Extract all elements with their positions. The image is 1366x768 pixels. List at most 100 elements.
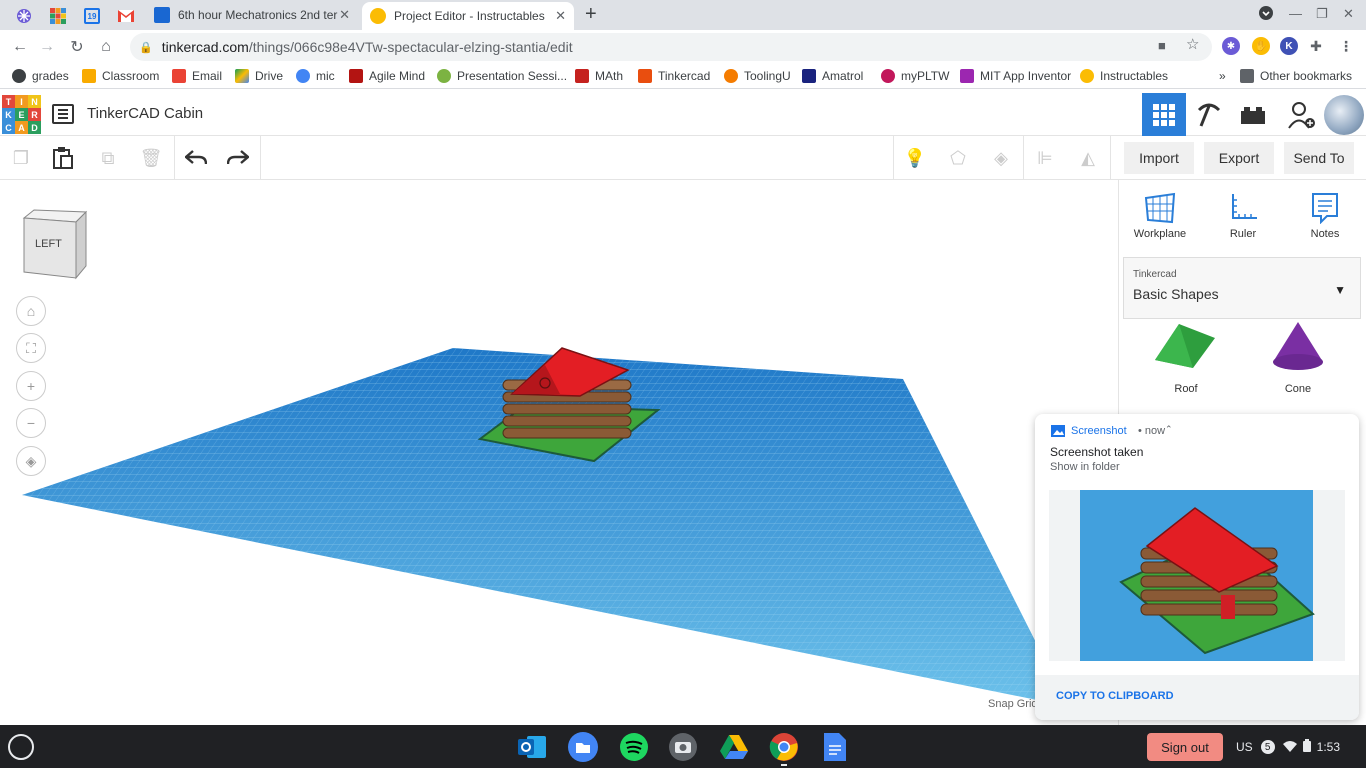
bookmark-mypltw[interactable]: myPLTW (881, 67, 949, 85)
align-icon[interactable]: ⊫ (1024, 136, 1066, 180)
bookmark-amatrol[interactable]: Amatrol (802, 67, 863, 85)
copy-to-clipboard-button[interactable]: COPY TO CLIPBOARD (1056, 690, 1174, 702)
copy-icon[interactable]: ❐ (0, 136, 42, 180)
bookmark-math[interactable]: MAth (575, 67, 623, 85)
redo-icon[interactable] (217, 136, 259, 180)
bookmark-classroom[interactable]: Classroom (82, 67, 159, 85)
bookmarks-overflow-icon[interactable]: » (1219, 67, 1226, 85)
close-tab-icon[interactable]: ✕ (339, 7, 350, 23)
chevron-up-icon[interactable]: ⌃ (1165, 424, 1173, 435)
export-button[interactable]: Export (1204, 142, 1274, 174)
extension-snowflake-icon[interactable]: ✱ (1222, 37, 1240, 55)
3d-workspace[interactable]: LEFT ⌂ ⛶ + − ◈ Snap Grid (0, 180, 1118, 725)
bookmark-presentation[interactable]: Presentation Sessi... (437, 67, 567, 85)
browser-menu-icon[interactable]: ⋮ (1337, 37, 1355, 55)
drive-icon[interactable] (719, 732, 749, 762)
extensions-puzzle-icon[interactable]: ✚ (1307, 37, 1325, 55)
lightbulb-icon[interactable]: 💡 (894, 136, 936, 180)
3d-view-button[interactable] (1142, 93, 1186, 136)
notes-tool[interactable]: Notes (1290, 192, 1360, 240)
bookmark-mic[interactable]: mic (296, 67, 335, 85)
show-in-folder-link[interactable]: Show in folder (1050, 461, 1120, 473)
home-icon[interactable]: ⌂ (94, 35, 118, 59)
design-title[interactable]: TinkerCAD Cabin (87, 105, 203, 122)
other-bookmarks[interactable]: Other bookmarks (1240, 67, 1352, 85)
bookmark-toolingu[interactable]: ToolingU (724, 67, 791, 85)
camera-icon[interactable] (668, 732, 698, 762)
tinkercad-logo[interactable]: T I N K E R C A D (2, 95, 41, 134)
lego-view-button[interactable] (1231, 93, 1275, 136)
shape-library-select[interactable]: Tinkercad Basic Shapes ▼ (1123, 257, 1361, 319)
zoom-in-icon[interactable]: + (16, 371, 46, 401)
view-cube[interactable]: LEFT (20, 208, 88, 280)
duplicate-icon[interactable]: ⧉ (87, 136, 129, 180)
sign-out-button[interactable]: Sign out (1147, 733, 1223, 761)
minecraft-view-button[interactable] (1187, 93, 1231, 136)
tab-mechatronics[interactable]: 6th hour Mechatronics 2nd term ✕ (146, 0, 358, 30)
drive-icon (235, 69, 249, 83)
chrome-icon[interactable] (769, 732, 799, 762)
close-tab-icon[interactable]: ✕ (555, 8, 566, 24)
new-tab-button[interactable]: + (585, 3, 597, 26)
notification-count-badge: 5 (1260, 740, 1275, 754)
tool-label: Workplane (1133, 228, 1187, 240)
bookmark-grades[interactable]: grades (12, 67, 69, 85)
restore-icon[interactable]: ❐ (1316, 6, 1328, 22)
workplane-canvas[interactable] (0, 180, 1118, 725)
paste-icon[interactable] (42, 136, 84, 180)
files-icon[interactable] (568, 732, 598, 762)
status-tray[interactable]: US 5 1:53 (1236, 733, 1360, 761)
bookmark-tinkercad[interactable]: Tinkercad (638, 67, 710, 85)
bookmark-instructables[interactable]: Instructables (1080, 67, 1168, 85)
roof-shape-label: Roof (1174, 383, 1198, 395)
workplane-tool[interactable]: Workplane (1125, 192, 1195, 240)
close-window-icon[interactable]: ✕ (1343, 6, 1354, 22)
ruler-tool[interactable]: Ruler (1208, 192, 1278, 240)
address-bar[interactable]: 🔒 tinkercad.com/things/066c98e4VTw-spect… (130, 33, 1212, 61)
bookmark-drive[interactable]: Drive (235, 67, 283, 85)
tab-project-editor[interactable]: Project Editor - Instructables ✕ (362, 2, 574, 30)
bookmark-star-icon[interactable]: ☆ (1186, 35, 1199, 53)
outlook-icon[interactable] (517, 732, 547, 762)
screenshot-thumbnail[interactable] (1049, 490, 1345, 661)
reload-icon[interactable]: ↻ (65, 35, 89, 59)
cone-shape[interactable] (1271, 322, 1325, 372)
snap-grid-label[interactable]: Snap Grid (988, 698, 1038, 710)
pinned-tab-tinkercad[interactable] (42, 4, 74, 28)
pinned-tab-extension[interactable] (8, 4, 40, 28)
profile-avatar[interactable]: K (1280, 37, 1298, 55)
invite-user-button[interactable] (1280, 93, 1324, 136)
group-icon[interactable]: ⬠ (937, 136, 979, 180)
bookmark-mit-app-inventor[interactable]: MIT App Inventor (960, 67, 1071, 85)
minimize-icon[interactable]: — (1289, 6, 1302, 21)
ortho-view-icon[interactable]: ◈ (16, 446, 46, 476)
fit-view-icon[interactable]: ⛶ (16, 333, 46, 363)
screenshot-notification[interactable]: Screenshot • now ⌃ Screenshot taken Show… (1035, 414, 1359, 720)
home-view-icon[interactable]: ⌂ (16, 296, 46, 326)
ungroup-icon[interactable]: ◈ (980, 136, 1022, 180)
launcher-icon[interactable] (8, 734, 34, 760)
tab-search-icon[interactable] (1259, 6, 1273, 23)
spotify-icon[interactable] (619, 732, 649, 762)
back-icon[interactable]: ← (8, 35, 32, 59)
pinned-tab-calendar[interactable]: 19 (76, 4, 108, 28)
docs-icon[interactable] (820, 732, 850, 762)
browser-toolbar: ← → ↻ ⌂ 🔒 tinkercad.com/things/066c98e4V… (0, 30, 1366, 63)
bookmark-email[interactable]: Email (172, 67, 222, 85)
tool-label: Ruler (1229, 228, 1257, 240)
design-menu-icon[interactable] (52, 104, 74, 124)
send-to-button[interactable]: Send To (1284, 142, 1354, 174)
bookmark-agile-mind[interactable]: Agile Mind (349, 67, 425, 85)
undo-icon[interactable] (175, 136, 217, 180)
import-button[interactable]: Import (1124, 142, 1194, 174)
mirror-icon[interactable]: ◭ (1067, 136, 1109, 180)
lock-icon: 🔒 (139, 41, 153, 54)
cast-camera-icon[interactable]: ■ (1158, 38, 1166, 53)
user-avatar[interactable] (1322, 93, 1366, 136)
zoom-out-icon[interactable]: − (16, 408, 46, 438)
pinned-tab-gmail[interactable] (110, 4, 142, 28)
forward-icon[interactable]: → (35, 35, 59, 59)
extension-hand-icon[interactable]: ✋ (1252, 37, 1270, 55)
delete-icon[interactable]: 🗑 (130, 136, 172, 180)
roof-shape[interactable] (1153, 322, 1217, 368)
